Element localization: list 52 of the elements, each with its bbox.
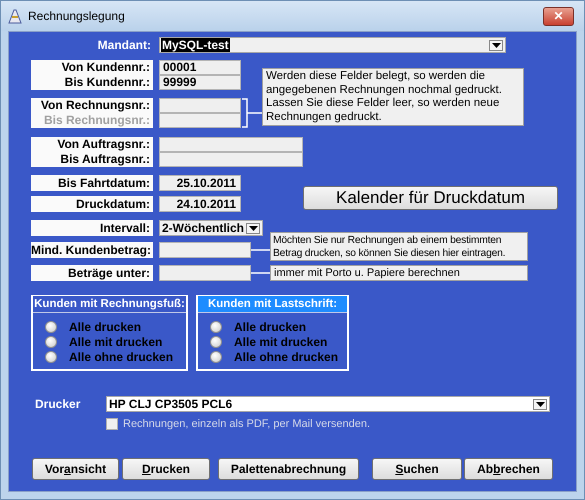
field-label: Beträge unter: [31,265,153,281]
interval-dropdown[interactable]: 2-Wöchentlich [159,220,263,236]
connector-line [251,272,270,274]
app-icon [7,8,23,24]
field-label: Bis Kundennr.: [64,75,150,90]
input-field[interactable] [159,137,303,152]
field-label: Bis Rechnungsnr.: [44,113,150,128]
calendar-button[interactable]: Kalender für Druckdatum [303,186,558,210]
field-label: Drucker [34,397,82,411]
input-field[interactable] [159,152,303,167]
date-field[interactable]: 24.10.2011 [159,196,241,212]
printer-dropdown[interactable]: HP CLJ CP3505 PCL6 [106,396,550,412]
field-label: Bis Auftragsnr.: [60,152,150,167]
action-button[interactable]: Suchen [372,458,462,480]
input-field[interactable]: 00001 [159,60,241,75]
action-button[interactable]: Drucken [122,458,210,480]
input-field[interactable] [159,265,251,281]
field-label: Mandant: [96,38,151,52]
group-title: Kunden mit Rechnungsfuß: [33,296,186,313]
dropdown-arrow-icon[interactable] [489,40,503,50]
action-button[interactable]: Abbrechen [464,458,553,480]
field-label: Von Kundennr.: [62,60,150,75]
window-title: Rechnungslegung [28,9,125,23]
group-title: Kunden mit Lastschrift: [198,296,347,313]
field-label: Intervall: [31,220,153,236]
dropdown-arrow-icon[interactable] [533,398,547,410]
info-note: immer mit Porto u. Papiere berechnen [270,265,528,281]
radio-button[interactable] [210,350,222,362]
dropdown-arrow-icon[interactable] [246,222,260,234]
field-label: Bis Fahrtdatum: [31,175,153,191]
date-field[interactable]: 25.10.2011 [159,175,241,191]
bracket-line [241,98,262,129]
action-button[interactable]: Voransicht [32,458,119,480]
field-label: Druckdatum: [31,196,153,212]
input-field[interactable] [159,113,241,128]
field-label: Von Rechnungsnr.: [40,98,150,113]
input-field[interactable]: 99999 [159,75,241,90]
info-note: Möchten Sie nur Rechnungen ab einem bestimmten Betrag drucken, so können Sie diesen hier eintragen. [270,232,528,260]
field-label: Mind. Kundenbetrag: [31,242,153,258]
radio-button[interactable] [210,320,222,332]
radio-button[interactable] [210,336,222,348]
checkbox-label: Rechnungen, einzeln als PDF, per Mail versenden. [123,418,370,430]
action-button[interactable]: Palettenabrechnung [218,458,359,480]
radio-button[interactable] [45,350,57,362]
input-field[interactable] [159,98,241,113]
field-label: Von Auftragsnr.: [57,137,150,152]
connector-line [251,249,270,251]
radio-button[interactable] [45,336,57,348]
mandant-dropdown[interactable]: MySQL-test [159,37,506,53]
info-note: Werden diese Felder belegt, so werden die angegebenen Rechnungen nochmal gedruckt. Lassen Sie diese Felder leer, so werden neue Rechnungen gedruckt. [262,68,524,126]
input-field[interactable] [159,242,251,258]
radio-button[interactable] [45,320,57,332]
